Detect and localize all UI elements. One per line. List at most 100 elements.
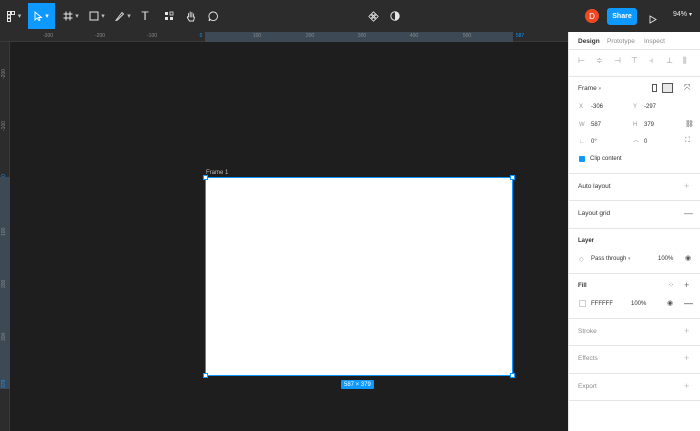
contrast-icon — [390, 11, 400, 21]
ruler-tick: 500 — [462, 33, 472, 39]
chevron-down-icon: ▾ — [688, 12, 692, 18]
hand-tool-button[interactable] — [184, 3, 198, 29]
chevron-down-icon: ▾ — [45, 13, 49, 20]
ruler-tick: -300 — [42, 33, 54, 39]
divider — [569, 200, 700, 201]
align-bottom-icon[interactable]: ⊥ — [666, 56, 673, 65]
chevron-down-icon: ▾ — [127, 13, 131, 20]
layout-grid-label: Layout grid — [578, 210, 611, 217]
align-right-icon[interactable]: ⊣ — [614, 56, 621, 65]
chevron-down-icon: ▾ — [598, 86, 602, 92]
blend-mode-dropdown[interactable]: Pass through ▾ — [591, 256, 631, 262]
rectangle-icon — [89, 11, 99, 21]
ruler-tick: 587 — [515, 33, 525, 39]
tab-prototype[interactable]: Prototype — [607, 38, 635, 45]
auto-layout-label: Auto layout — [578, 183, 611, 190]
add-effect-icon[interactable]: + — [684, 353, 689, 363]
corner-radius-field[interactable]: 0 — [644, 139, 647, 145]
comment-tool-button[interactable] — [206, 3, 220, 29]
frame-preset-dropdown[interactable]: Frame ▾ — [578, 85, 601, 92]
ruler-tick: 100 — [1, 227, 7, 236]
resize-handle-bottom-left[interactable] — [203, 373, 208, 378]
main-menu-button[interactable]: ▾ — [4, 3, 24, 29]
align-horizontal-center-icon[interactable]: ≑ — [596, 56, 603, 65]
divider — [569, 318, 700, 319]
blend-mode-icon: ◇ — [579, 257, 584, 263]
avatar[interactable]: D — [585, 9, 599, 23]
landscape-orientation-icon[interactable] — [662, 83, 673, 93]
frame-name-label[interactable]: Frame 1 — [206, 170, 228, 176]
zoom-menu[interactable]: 94% ▾ — [673, 11, 692, 18]
pen-tool-button[interactable]: ▾ — [112, 3, 134, 29]
layer-opacity-field[interactable]: 100% — [658, 256, 673, 262]
x-field[interactable]: -306 — [591, 104, 603, 110]
add-stroke-icon[interactable]: + — [684, 326, 689, 336]
fill-opacity-field[interactable]: 100% — [631, 301, 646, 307]
ruler-tick: 0 — [199, 33, 203, 39]
ruler-tick: -200 — [94, 33, 106, 39]
align-top-icon[interactable]: ⊤ — [631, 56, 638, 65]
frame-tool-button[interactable]: ▾ — [60, 3, 82, 29]
theme-toggle-button[interactable] — [388, 3, 402, 29]
align-vertical-center-icon[interactable]: ⫞ — [649, 56, 653, 66]
selected-frame[interactable] — [205, 177, 513, 376]
resize-handle-top-right[interactable] — [510, 175, 515, 180]
style-grid-icon[interactable]: ⁘ — [668, 281, 674, 289]
divider — [569, 400, 700, 401]
distribute-icon[interactable]: ⫼ — [683, 56, 687, 66]
fill-color-swatch[interactable] — [579, 300, 586, 307]
remove-fill-icon[interactable]: — — [684, 298, 693, 308]
divider — [569, 345, 700, 346]
comment-icon — [208, 11, 219, 22]
align-left-icon[interactable]: ⊢ — [578, 56, 585, 65]
ruler-tick: 0 — [1, 174, 7, 177]
add-auto-layout-icon[interactable]: + — [684, 181, 689, 191]
cursor-icon — [34, 11, 43, 21]
component-icon — [367, 10, 379, 22]
eye-icon[interactable]: ◉ — [685, 254, 691, 262]
h-label: H — [633, 122, 638, 128]
portrait-orientation-icon[interactable] — [652, 84, 657, 92]
height-field[interactable]: 379 — [644, 122, 654, 128]
constrain-proportions-icon[interactable]: ⛓ — [685, 120, 694, 128]
y-label: Y — [633, 104, 638, 110]
independent-corners-icon[interactable]: ⛶ — [685, 137, 690, 145]
clip-content-checkbox[interactable] — [579, 156, 585, 162]
add-export-icon[interactable]: + — [684, 381, 689, 391]
alignment-toolbar: ⊢ ≑ ⊣ ⊤ ⫞ ⊥ ⫼ — [569, 56, 700, 68]
divider — [569, 76, 700, 77]
chevron-down-icon: ▾ — [17, 13, 22, 20]
components-button[interactable] — [366, 3, 380, 29]
divider — [569, 173, 700, 174]
resources-tool-button[interactable] — [162, 3, 176, 29]
width-field[interactable]: 587 — [591, 122, 601, 128]
text-tool-button[interactable]: T — [138, 3, 152, 29]
add-fill-icon[interactable]: + — [684, 280, 689, 290]
move-tool-button[interactable]: ▾ — [28, 3, 55, 29]
layer-section-title: Layer — [578, 238, 595, 244]
share-button[interactable]: Share — [607, 8, 637, 25]
divider — [569, 228, 700, 229]
present-button[interactable] — [649, 11, 657, 29]
tab-design[interactable]: Design — [578, 38, 600, 45]
fill-hex-field[interactable]: FFFFFF — [591, 301, 613, 307]
panel-tabs: Design Prototype Inspect — [569, 32, 700, 50]
resize-handle-bottom-right[interactable] — [510, 373, 515, 378]
fill-section-title: Fill — [578, 283, 587, 289]
shape-tool-button[interactable]: ▾ — [86, 3, 108, 29]
y-field[interactable]: -297 — [644, 104, 656, 110]
chevron-down-icon: ▾ — [101, 13, 105, 20]
rotation-field[interactable]: 0° — [591, 139, 597, 145]
eye-icon[interactable]: ◉ — [667, 299, 673, 307]
resize-handle-top-left[interactable] — [203, 175, 208, 180]
ruler-tick: -200 — [1, 68, 7, 79]
w-label: W — [579, 122, 585, 128]
resize-to-fit-icon[interactable]: ⤧ — [684, 83, 690, 93]
tab-inspect[interactable]: Inspect — [644, 38, 665, 45]
clip-content-label: Clip content — [590, 156, 622, 162]
ruler-tick: 300 — [1, 332, 7, 341]
export-section-title: Export — [578, 383, 597, 390]
pen-icon — [115, 11, 125, 21]
effects-section-title: Effects — [578, 355, 598, 362]
add-layout-grid-icon[interactable]: — — [684, 208, 693, 218]
